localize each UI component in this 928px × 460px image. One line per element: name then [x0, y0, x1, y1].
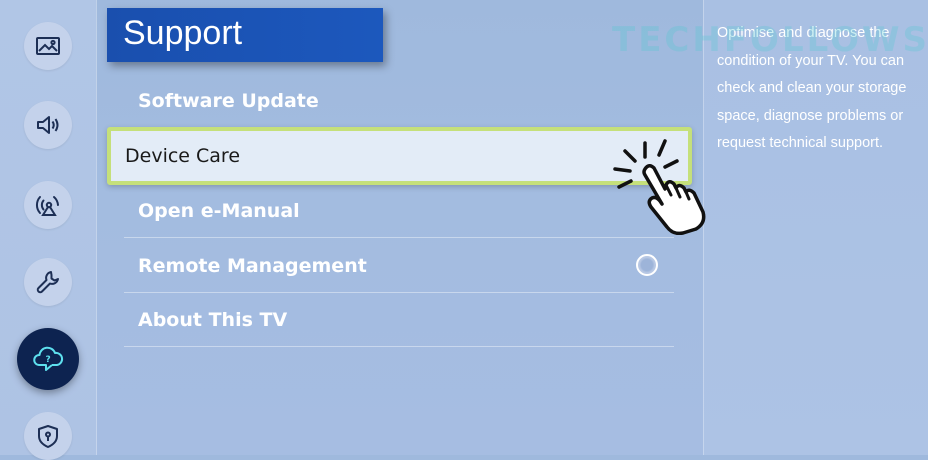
menu-item-label: Software Update — [138, 90, 319, 112]
watermark: TECHFOLLOWS — [612, 20, 928, 60]
remote-management-radio[interactable] — [636, 254, 658, 276]
menu-item-label: About This TV — [138, 309, 288, 331]
menu-item-remote-management[interactable]: Remote Management — [124, 239, 674, 293]
support-cloud-icon[interactable]: ? — [17, 328, 79, 390]
menu-item-label: Device Care — [125, 145, 241, 167]
hand-pointer-icon — [613, 139, 706, 235]
menu-item-open-e-manual[interactable]: Open e-Manual — [124, 184, 674, 238]
broadcast-icon[interactable] — [24, 181, 72, 229]
menu-item-software-update[interactable]: Software Update — [124, 74, 674, 128]
sidebar: ? — [0, 0, 96, 460]
description-panel: Optimise and diagnose the condition of y… — [703, 0, 928, 455]
menu-item-label: Remote Management — [138, 255, 367, 277]
sound-icon[interactable] — [24, 101, 72, 149]
rail-divider — [96, 0, 97, 455]
page-title: Support — [107, 8, 383, 62]
shield-icon[interactable] — [24, 412, 72, 460]
menu-item-label: Open e-Manual — [138, 200, 300, 222]
picture-icon[interactable] — [24, 22, 72, 70]
svg-text:?: ? — [46, 355, 51, 365]
menu-item-about-this-tv[interactable]: About This TV — [124, 293, 674, 347]
wrench-icon[interactable] — [24, 258, 72, 306]
